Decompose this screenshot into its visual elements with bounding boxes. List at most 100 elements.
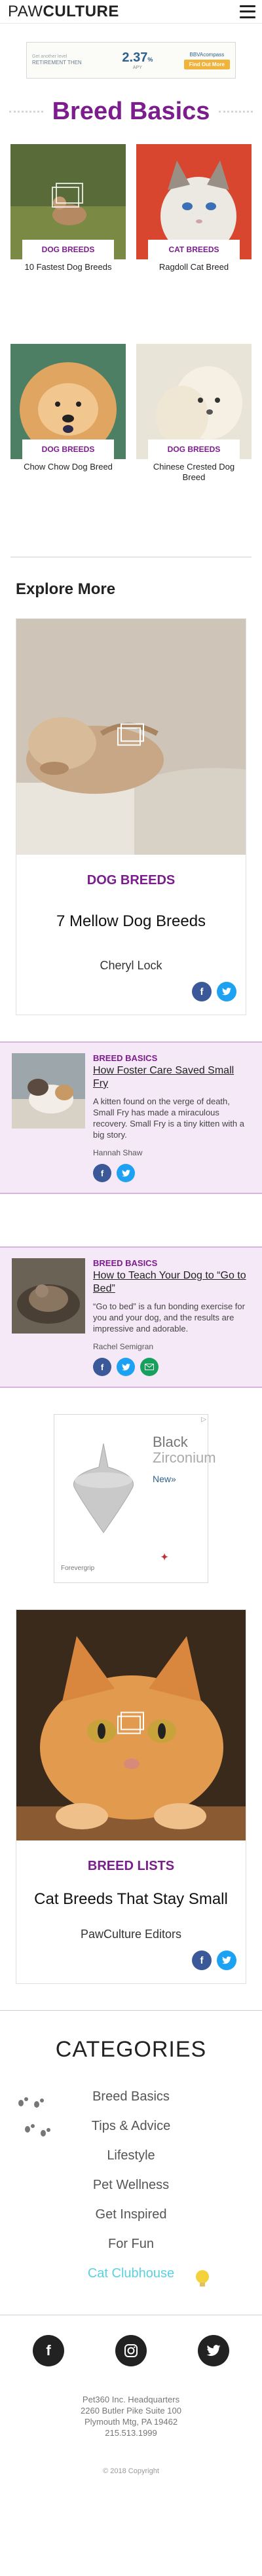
explore-heading: Explore More xyxy=(16,580,116,598)
ad-right-block: BBVAcompass Find Out More xyxy=(183,51,230,69)
ad-choices-icon[interactable]: ▷ xyxy=(201,1416,206,1423)
instagram-icon[interactable] xyxy=(115,2335,147,2366)
ad-headline: Get another level xyxy=(32,54,67,60)
category-link-pet-wellness[interactable]: Pet Wellness xyxy=(0,2171,262,2200)
article-thumbnail-dog-bed[interactable] xyxy=(12,1258,85,1334)
card-image-chinese-crested[interactable]: Dog Breeds xyxy=(136,344,252,459)
gallery-icon xyxy=(116,723,146,751)
page-title-row: Breed Basics xyxy=(0,93,262,130)
article-category: Breed Basics xyxy=(93,1258,158,1268)
email-icon[interactable] xyxy=(140,1358,159,1376)
card-category-badge: Dog Breeds xyxy=(22,439,114,459)
twitter-icon[interactable] xyxy=(117,1358,135,1376)
paw-print-icon xyxy=(24,2124,56,2142)
ad-new-link[interactable]: New» xyxy=(153,1474,176,1484)
ad-line-1: Black xyxy=(153,1434,188,1450)
lightbulb-icon xyxy=(194,2269,211,2292)
card-author: Cheryl Lock xyxy=(100,959,162,972)
featured-article-card[interactable]: Dog Breeds 7 Mellow Dog Breeds Cheryl Lo… xyxy=(16,618,246,1015)
category-link-cat-clubhouse[interactable]: Cat Clubhouse xyxy=(0,2259,262,2288)
card-title[interactable]: Cat Breeds That Stay Small xyxy=(26,1890,236,1909)
card-title[interactable]: Chinese Crested Dog Breed xyxy=(136,462,252,483)
spinning-top-image xyxy=(73,1443,134,1533)
facebook-icon[interactable]: f xyxy=(192,1951,212,1970)
card-image-chow-chow[interactable]: Dog Breeds xyxy=(10,344,126,459)
site-footer: f Pet360 Inc. Headquarters 2260 Butler P… xyxy=(0,2315,262,2488)
address-line: Pet360 Inc. Headquarters xyxy=(82,2395,180,2404)
twitter-icon[interactable] xyxy=(217,1951,236,1970)
article-list-item[interactable]: Breed Basics How to Teach Your Dog to “G… xyxy=(0,1246,262,1388)
twitter-icon[interactable] xyxy=(117,1164,135,1182)
card-category-badge: Cat Breeds xyxy=(148,240,240,259)
menu-icon[interactable] xyxy=(240,5,255,18)
category-link-lifestyle[interactable]: Lifestyle xyxy=(0,2141,262,2171)
gallery-icon xyxy=(116,1711,146,1740)
categories-heading: CATEGORIES xyxy=(55,2037,207,2062)
facebook-icon[interactable]: f xyxy=(192,982,212,1001)
article-list-item[interactable]: Breed Basics How Foster Care Saved Small… xyxy=(0,1041,262,1194)
ad-line-2: Zirconium xyxy=(153,1449,216,1466)
card-title[interactable]: Chow Chow Dog Breed xyxy=(10,462,126,472)
card-category: Dog Breeds xyxy=(86,873,176,887)
product-ad[interactable]: ▷ Black Zirconium New» Forevergrip ✦ xyxy=(54,1414,216,1583)
category-link-get-inspired[interactable]: Get Inspired xyxy=(0,2200,262,2230)
ad-apy: APY xyxy=(132,65,142,70)
breed-grid: Dog Breeds 10 Fastest Dog Breeds Cat Bre… xyxy=(0,144,262,544)
facebook-icon[interactable]: f xyxy=(93,1358,111,1376)
article-title-link[interactable]: How Foster Care Saved Small Fry xyxy=(93,1064,250,1091)
copyright-text: © 2018 Copyright xyxy=(103,2467,159,2475)
top-banner-ad[interactable]: Get another level RETIREMENT THEN 2.37% … xyxy=(26,42,236,79)
card-title[interactable]: Ragdoll Cat Breed xyxy=(136,262,252,272)
article-title-link[interactable]: How to Teach Your Dog to “Go to Bed” xyxy=(93,1269,250,1296)
ad-cta-button[interactable]: Find Out More xyxy=(183,59,230,69)
card-title[interactable]: 7 Mellow Dog Breeds xyxy=(26,912,236,931)
card-image-sleeping-dog[interactable] xyxy=(16,619,246,855)
grid-card[interactable]: Dog Breeds Chinese Crested Dog Breed xyxy=(136,344,252,544)
ad-left-text: Get another level RETIREMENT THEN xyxy=(32,54,91,66)
article-author: Rachel Semigran xyxy=(93,1342,154,1351)
card-author: PawCulture Editors xyxy=(80,1928,182,1941)
address-line: Plymouth Mtg, PA 19462 xyxy=(84,2417,178,2427)
site-logo[interactable]: PAWCULTURE xyxy=(8,3,119,21)
grid-card[interactable]: Dog Breeds Chow Chow Dog Breed xyxy=(10,344,126,544)
card-image-kitten[interactable] xyxy=(16,1610,246,1840)
article-description: A kitten found on the verge of death, Sm… xyxy=(93,1096,244,1140)
article-thumbnail-kittens[interactable] xyxy=(12,1053,85,1129)
card-image-ragdoll[interactable]: Cat Breeds xyxy=(136,144,252,259)
twitter-icon[interactable] xyxy=(217,982,236,1001)
logo-text-light: PAW xyxy=(8,2,43,20)
facebook-icon[interactable]: f xyxy=(93,1164,111,1182)
card-image-greyhound[interactable]: Dog Breeds xyxy=(10,144,126,259)
site-header: PAWCULTURE xyxy=(0,0,262,24)
article-author: Hannah Shaw xyxy=(93,1148,143,1157)
twitter-icon[interactable] xyxy=(198,2335,229,2366)
title-divider-left xyxy=(9,110,43,113)
page-title: Breed Basics xyxy=(52,97,210,125)
card-title[interactable]: 10 Fastest Dog Breeds xyxy=(10,262,126,272)
categories-list: Breed Basics Tips & Advice Lifestyle Pet… xyxy=(0,2082,262,2288)
facebook-icon[interactable]: f xyxy=(33,2335,64,2366)
social-links: f xyxy=(0,2335,262,2366)
address-line: 2260 Butler Pike Suite 100 xyxy=(81,2406,181,2416)
ad-tagline: RETIREMENT THEN xyxy=(32,60,82,66)
paw-print-icon xyxy=(17,2095,50,2113)
card-category-badge: Dog Breeds xyxy=(22,240,114,259)
maple-leaf-icon: ✦ xyxy=(160,1552,168,1562)
phone-number: 215.513.1999 xyxy=(105,2428,157,2438)
grid-card[interactable]: Cat Breeds Ragdoll Cat Breed xyxy=(136,144,252,344)
share-buttons: f xyxy=(93,1164,250,1182)
category-link-for-fun[interactable]: For Fun xyxy=(0,2230,262,2259)
share-buttons: f xyxy=(93,1358,250,1376)
featured-article-card[interactable]: Breed Lists Cat Breeds That Stay Small P… xyxy=(16,1609,246,1984)
title-divider-right xyxy=(219,110,253,113)
footer-address: Pet360 Inc. Headquarters 2260 Butler Pik… xyxy=(0,2394,262,2438)
share-buttons: f xyxy=(26,982,236,1001)
article-category: Breed Basics xyxy=(93,1053,158,1063)
grid-card[interactable]: Dog Breeds 10 Fastest Dog Breeds xyxy=(10,144,126,344)
logo-text-bold: CULTURE xyxy=(43,2,119,20)
card-category: Breed Lists xyxy=(87,1859,175,1873)
ad-brand: BBVAcompass xyxy=(189,51,225,58)
ad-rate: 2.37 xyxy=(122,50,148,65)
share-buttons: f xyxy=(26,1951,236,1970)
ad-product-name: Black Zirconium xyxy=(153,1434,216,1466)
